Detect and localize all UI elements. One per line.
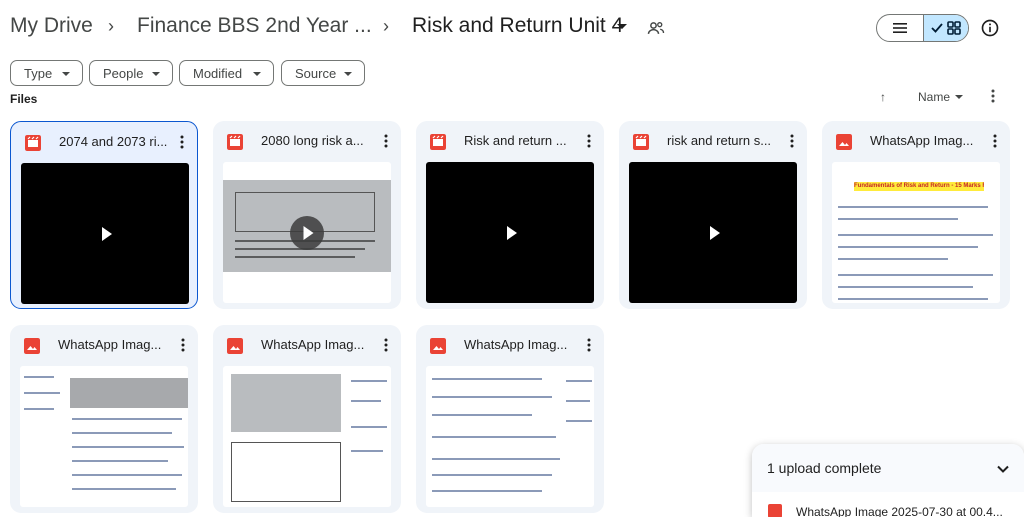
image-thumbnail[interactable] bbox=[426, 366, 594, 507]
file-title: 2080 long risk a... bbox=[261, 133, 364, 148]
file-title: WhatsApp Imag... bbox=[58, 337, 162, 352]
video-file-icon bbox=[633, 134, 649, 150]
note-heading: Fundamentals of Risk and Return - 15 Mar… bbox=[854, 183, 984, 189]
image-file-icon bbox=[836, 134, 852, 150]
image-thumbnail[interactable] bbox=[20, 366, 188, 507]
breadcrumb-parent-folder[interactable]: Finance BBS 2nd Year ... bbox=[137, 14, 372, 38]
play-icon bbox=[102, 226, 112, 241]
image-thumbnail[interactable] bbox=[223, 366, 391, 507]
filter-modified-chip[interactable]: Modified bbox=[179, 60, 274, 86]
file-title: WhatsApp Imag... bbox=[464, 337, 568, 352]
file-more-icon[interactable] bbox=[383, 133, 389, 149]
filter-people-chip[interactable]: People bbox=[89, 60, 173, 86]
header: My Drive › Finance BBS 2nd Year ... › Ri… bbox=[0, 0, 1024, 56]
file-title: 2074 and 2073 ri... bbox=[59, 134, 168, 149]
file-card[interactable]: Risk and return ... bbox=[416, 121, 604, 309]
breadcrumb-my-drive[interactable]: My Drive bbox=[10, 14, 93, 38]
video-thumbnail[interactable] bbox=[426, 162, 594, 303]
filter-source-label: Source bbox=[295, 65, 337, 81]
file-title: Risk and return ... bbox=[464, 133, 567, 148]
video-file-icon bbox=[227, 134, 243, 150]
play-icon bbox=[710, 225, 720, 240]
sort-by-name-button[interactable]: Name bbox=[918, 90, 950, 104]
breadcrumb-separator-icon: › bbox=[383, 16, 389, 36]
dropdown-caret-icon bbox=[253, 72, 261, 76]
file-card[interactable]: WhatsApp Imag... bbox=[416, 325, 604, 513]
file-card[interactable]: 2080 long risk a... bbox=[213, 121, 401, 309]
upload-status-title: 1 upload complete bbox=[767, 460, 882, 476]
sort-direction-icon[interactable]: ↑ bbox=[880, 90, 886, 104]
file-more-icon[interactable] bbox=[383, 337, 389, 353]
filter-source-chip[interactable]: Source bbox=[281, 60, 365, 86]
sort-caret-icon[interactable] bbox=[955, 95, 963, 99]
file-card[interactable]: WhatsApp Imag... bbox=[213, 325, 401, 513]
upload-status-panel: 1 upload complete WhatsApp Image 2025-07… bbox=[752, 444, 1024, 517]
handwritten-table bbox=[231, 442, 341, 502]
video-thumbnail[interactable] bbox=[223, 162, 391, 303]
list-view-button[interactable] bbox=[877, 15, 923, 41]
dropdown-caret-icon bbox=[344, 72, 352, 76]
breadcrumb-current-folder[interactable]: Risk and Return Unit 4 bbox=[412, 14, 623, 38]
play-icon bbox=[507, 225, 517, 240]
file-more-icon[interactable] bbox=[180, 337, 186, 353]
filter-people-label: People bbox=[103, 65, 144, 81]
image-file-icon bbox=[430, 338, 446, 354]
file-more-icon[interactable] bbox=[586, 133, 592, 149]
uploaded-file-name[interactable]: WhatsApp Image 2025-07-30 at 00.4... bbox=[796, 505, 1003, 517]
video-thumbnail[interactable] bbox=[21, 163, 189, 304]
image-file-icon bbox=[227, 338, 243, 354]
photo-strip bbox=[70, 378, 188, 408]
video-file-icon bbox=[25, 135, 41, 151]
info-icon[interactable] bbox=[980, 18, 1000, 38]
play-icon bbox=[303, 225, 314, 240]
upload-panel-header[interactable]: 1 upload complete bbox=[752, 444, 1024, 492]
dropdown-caret-icon bbox=[62, 72, 70, 76]
file-more-icon[interactable] bbox=[179, 134, 185, 150]
check-grid-icon bbox=[931, 21, 961, 35]
files-section-label: Files bbox=[10, 92, 38, 106]
filter-type-chip[interactable]: Type bbox=[10, 60, 83, 86]
file-more-icon[interactable] bbox=[992, 133, 998, 149]
image-file-icon bbox=[24, 338, 40, 354]
file-title: risk and return s... bbox=[667, 133, 772, 148]
view-toggle bbox=[876, 14, 969, 42]
file-title: WhatsApp Imag... bbox=[261, 337, 365, 352]
image-thumbnail[interactable]: Fundamentals of Risk and Return - 15 Mar… bbox=[832, 162, 1000, 303]
file-card[interactable]: 2074 and 2073 ri... bbox=[10, 121, 198, 309]
folder-menu-caret-icon[interactable] bbox=[617, 24, 627, 29]
breadcrumb-separator-icon: › bbox=[108, 16, 114, 36]
grid-view-button[interactable] bbox=[922, 15, 968, 41]
more-options-icon[interactable] bbox=[988, 88, 998, 104]
file-more-icon[interactable] bbox=[789, 133, 795, 149]
file-card[interactable]: WhatsApp Imag... Fundamentals of Risk an… bbox=[822, 121, 1010, 309]
collapse-chevron-icon[interactable] bbox=[996, 462, 1010, 476]
file-card[interactable]: WhatsApp Imag... bbox=[10, 325, 198, 513]
photo-of-table bbox=[231, 374, 341, 432]
file-title: WhatsApp Imag... bbox=[870, 133, 974, 148]
shared-people-icon[interactable] bbox=[646, 18, 666, 38]
file-more-icon[interactable] bbox=[586, 337, 592, 353]
filter-modified-label: Modified bbox=[193, 65, 243, 81]
dropdown-caret-icon bbox=[152, 72, 160, 76]
video-file-icon bbox=[430, 134, 446, 150]
video-thumbnail[interactable] bbox=[629, 162, 797, 303]
image-file-icon bbox=[768, 504, 782, 517]
file-card[interactable]: risk and return s... bbox=[619, 121, 807, 309]
filter-type-label: Type bbox=[24, 65, 53, 81]
list-icon bbox=[892, 23, 907, 33]
